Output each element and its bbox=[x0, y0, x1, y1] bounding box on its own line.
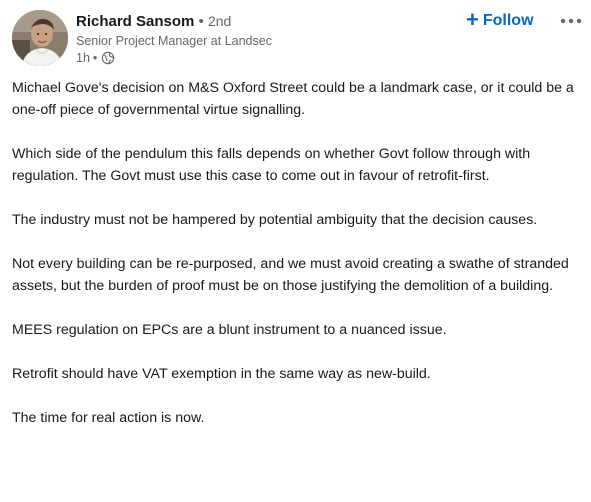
globe-icon bbox=[101, 51, 115, 65]
follow-button[interactable]: + Follow bbox=[464, 7, 536, 32]
follow-label: Follow bbox=[482, 12, 534, 29]
avatar-photo bbox=[12, 10, 68, 66]
plus-icon: + bbox=[466, 7, 479, 32]
post-paragraph: Retrofit should have VAT exemption in th… bbox=[12, 366, 431, 382]
post-paragraph: MEES regulation on EPCs are a blunt inst… bbox=[12, 322, 447, 338]
author-name-line: Richard Sansom • 2nd bbox=[76, 11, 272, 31]
post-paragraph: The industry must not be hampered by pot… bbox=[12, 212, 538, 228]
avatar[interactable] bbox=[12, 10, 68, 66]
post-body: Michael Gove's decision on M&S Oxford St… bbox=[12, 77, 577, 429]
post-paragraph: Michael Gove's decision on M&S Oxford St… bbox=[12, 80, 574, 118]
name-separator: • bbox=[198, 13, 204, 30]
post-time: 1h bbox=[76, 51, 90, 65]
author-info: Richard Sansom • 2nd Senior Project Mana… bbox=[76, 11, 272, 66]
connection-degree: 2nd bbox=[207, 13, 232, 29]
feed-post: Richard Sansom • 2nd Senior Project Mana… bbox=[0, 0, 591, 502]
post-paragraph: Which side of the pendulum this falls de… bbox=[12, 146, 531, 184]
more-options-button[interactable] bbox=[556, 10, 586, 32]
post-meta: 1h • bbox=[76, 50, 272, 66]
post-header: Richard Sansom • 2nd Senior Project Mana… bbox=[12, 7, 587, 68]
post-paragraph: The time for real action is now. bbox=[12, 410, 205, 426]
author-headline: Senior Project Manager at Landsec bbox=[76, 34, 272, 48]
author-name[interactable]: Richard Sansom bbox=[76, 13, 194, 30]
ellipsis-icon bbox=[560, 18, 582, 24]
post-paragraph: Not every building can be re-purposed, a… bbox=[12, 256, 569, 294]
time-separator: • bbox=[92, 51, 98, 65]
